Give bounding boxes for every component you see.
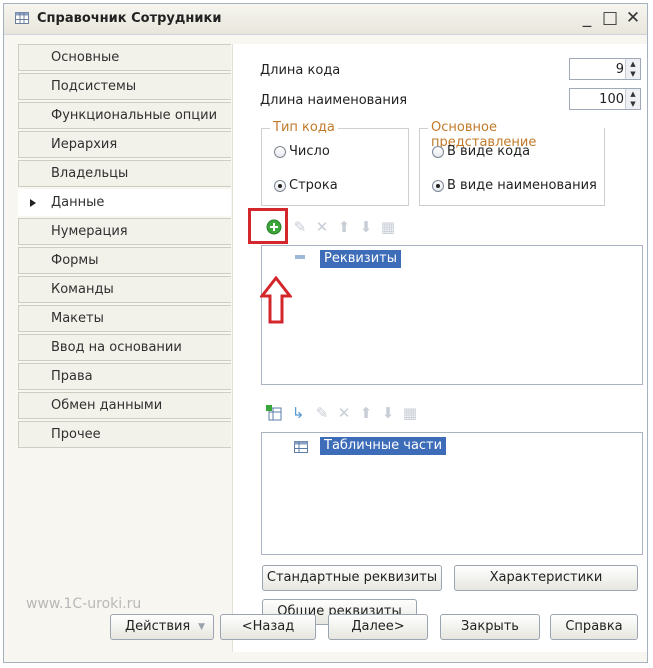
code-length-label: Длина кода — [260, 63, 341, 78]
standard-attributes-button[interactable]: Стандартные реквизиты — [262, 565, 442, 591]
spinner-buttons[interactable]: ▲ ▼ — [625, 59, 640, 79]
tree-item-tabular-sections[interactable]: Табличные части — [320, 437, 447, 455]
nav-item-numbering[interactable]: Нумерация — [18, 218, 231, 245]
nav-item-label: Иерархия — [51, 137, 118, 152]
nav-item-commands[interactable]: Команды — [18, 276, 231, 303]
annotation-highlight-box — [248, 208, 288, 244]
minimize-button[interactable]: _ — [577, 8, 597, 28]
edit-icon[interactable]: ✎ — [291, 218, 309, 236]
radio-label: В виде кода — [447, 144, 531, 159]
close-button[interactable]: ✕ — [623, 8, 643, 28]
name-length-value: 100 — [599, 92, 624, 107]
nav-item-label: Владельцы — [51, 166, 129, 181]
add-attribute-to-table-icon[interactable]: ↳ — [289, 404, 307, 422]
code-length-value: 9 — [615, 62, 624, 77]
nav-item-input-based-on[interactable]: Ввод на основании — [18, 334, 231, 361]
name-length-spinner[interactable]: 100 ▲ ▼ — [569, 88, 641, 110]
attributes-tree[interactable]: Реквизиты — [261, 245, 643, 385]
nav-item-forms[interactable]: Формы — [18, 247, 231, 274]
name-length-label: Длина наименования — [260, 93, 408, 108]
add-table-icon — [266, 405, 282, 421]
radio-button[interactable] — [432, 145, 444, 158]
nav-item-owners[interactable]: Владельцы — [18, 160, 231, 187]
nav-item-templates[interactable]: Макеты — [18, 305, 231, 332]
radio-button[interactable] — [274, 179, 286, 192]
down-arrow-icon[interactable]: ▼ — [626, 69, 640, 79]
move-down-icon[interactable]: ⬇ — [379, 404, 397, 422]
code-type-group: Тип кода Число Строка — [261, 120, 409, 206]
delete-icon[interactable]: ✕ — [335, 404, 353, 422]
chevron-down-icon: ▼ — [198, 622, 205, 632]
nav-item-label: Макеты — [51, 311, 104, 326]
nav-item-data[interactable]: Данные — [18, 189, 231, 216]
up-arrow-icon[interactable]: ▲ — [626, 59, 640, 69]
radio-button[interactable] — [432, 179, 444, 192]
radio-label: Число — [289, 144, 330, 159]
nav-item-label: Обмен данными — [51, 398, 163, 413]
selected-arrow-icon — [30, 199, 36, 207]
down-arrow-icon[interactable]: ▼ — [626, 99, 640, 109]
radio-as-name[interactable]: В виде наименования — [432, 178, 597, 193]
collapse-icon[interactable] — [295, 254, 305, 260]
annotation-arrow-icon — [260, 276, 292, 324]
main-view-group: Основное представление В виде кода В вид… — [419, 120, 605, 206]
nav-item-functional-options[interactable]: Функциональные опции — [18, 102, 231, 129]
nav-item-hierarchy[interactable]: Иерархия — [18, 131, 231, 158]
move-up-icon[interactable]: ⬆ — [335, 218, 353, 236]
code-length-spinner[interactable]: 9 ▲ ▼ — [569, 58, 641, 80]
nav-item-data-exchange[interactable]: Обмен данными — [18, 392, 231, 419]
nav-item-other[interactable]: Прочее — [18, 421, 231, 448]
help-button[interactable]: Справка — [550, 614, 638, 640]
next-button[interactable]: Далее> — [328, 614, 428, 640]
title-bar: Справочник Сотрудники _ □ ✕ — [4, 4, 647, 35]
code-type-title: Тип кода — [270, 120, 338, 135]
delete-icon[interactable]: ✕ — [313, 218, 331, 236]
actions-label: Действия — [125, 619, 191, 634]
radio-label: В виде наименования — [447, 178, 597, 193]
nav-item-label: Ввод на основании — [51, 340, 182, 355]
nav-item-subsystems[interactable]: Подсистемы — [18, 73, 231, 100]
maximize-button[interactable]: □ — [600, 8, 620, 28]
radio-as-code[interactable]: В виде кода — [432, 144, 530, 159]
radio-button[interactable] — [274, 145, 286, 158]
close-dialog-button[interactable]: Закрыть — [440, 614, 540, 640]
characteristics-button[interactable]: Характеристики — [454, 565, 638, 591]
nav-item-label: Данные — [51, 195, 105, 210]
add-tabular-section-button[interactable] — [265, 404, 283, 422]
radio-number[interactable]: Число — [274, 144, 330, 159]
back-button[interactable]: <Назад — [220, 614, 316, 640]
nav-item-label: Основные — [51, 50, 120, 65]
watermark-text: www.1C-uroki.ru — [26, 596, 142, 612]
actions-button[interactable]: Действия ▼ — [110, 614, 214, 640]
tree-item-attributes[interactable]: Реквизиты — [320, 250, 401, 268]
properties-icon[interactable]: ▦ — [379, 218, 397, 236]
up-arrow-icon[interactable]: ▲ — [626, 89, 640, 99]
nav-item-label: Команды — [51, 282, 114, 297]
table-icon — [15, 12, 29, 24]
window-title: Справочник Сотрудники — [37, 11, 222, 26]
nav-item-label: Формы — [51, 253, 99, 268]
radio-string[interactable]: Строка — [274, 178, 338, 193]
radio-label: Строка — [289, 178, 338, 193]
dialog-window: Справочник Сотрудники _ □ ✕ Основные Под… — [3, 3, 648, 663]
nav-item-label: Права — [51, 369, 93, 384]
spinner-buttons[interactable]: ▲ ▼ — [625, 89, 640, 109]
section-list: Основные Подсистемы Функциональные опции… — [18, 44, 232, 592]
edit-icon[interactable]: ✎ — [313, 404, 331, 422]
nav-item-label: Подсистемы — [51, 79, 137, 94]
table-icon — [294, 441, 308, 453]
tabular-sections-tree[interactable]: Табличные части — [261, 432, 643, 555]
data-panel: Длина кода 9 ▲ ▼ Длина наименования 100 ▲… — [232, 44, 647, 652]
nav-item-label: Прочее — [51, 427, 101, 442]
nav-item-rights[interactable]: Права — [18, 363, 231, 390]
nav-item-label: Нумерация — [51, 224, 128, 239]
move-up-icon[interactable]: ⬆ — [357, 404, 375, 422]
properties-icon[interactable]: ▦ — [401, 404, 419, 422]
nav-item-label: Функциональные опции — [51, 108, 218, 123]
move-down-icon[interactable]: ⬇ — [357, 218, 375, 236]
nav-item-main[interactable]: Основные — [18, 44, 231, 71]
